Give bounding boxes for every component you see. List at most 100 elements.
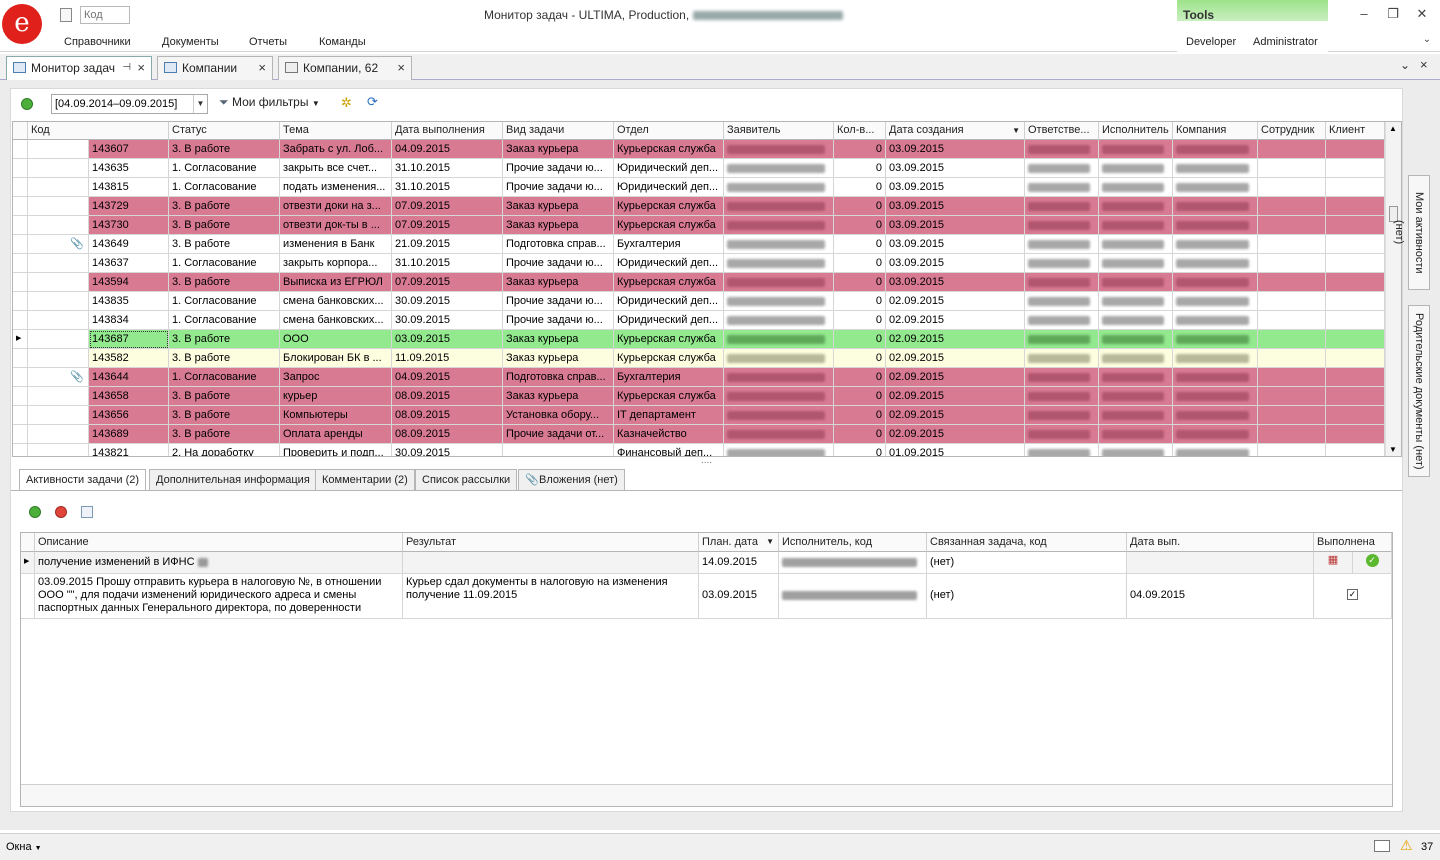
scroll-down-icon[interactable]: ▼ [1389, 445, 1397, 454]
cell-status[interactable]: 3. В работе [169, 330, 280, 349]
cell-status[interactable]: 3. В работе [169, 425, 280, 444]
cell-due-date[interactable]: 30.09.2015 [392, 444, 503, 456]
cell-theme[interactable]: отвезти доки на з... [280, 197, 392, 216]
cell-status[interactable]: 3. В работе [169, 349, 280, 368]
cell-applicant[interactable] [724, 368, 834, 387]
col-header-task-kind[interactable]: Вид задачи [503, 122, 614, 140]
col-header-description[interactable]: Описание [35, 533, 403, 552]
cell-company[interactable] [1173, 349, 1258, 368]
cell-quantity[interactable]: 0 [834, 349, 886, 368]
activity-executor[interactable] [779, 574, 927, 619]
close-tab-icon[interactable]: × [137, 57, 145, 79]
col-header-executor[interactable]: Исполнитель [1099, 122, 1173, 140]
cell-task-kind[interactable]: Прочие задачи ю... [503, 292, 614, 311]
cell-applicant[interactable] [724, 387, 834, 406]
cell-applicant[interactable] [724, 235, 834, 254]
activity-plan-date[interactable]: 14.09.2015 [699, 552, 779, 574]
cell-code[interactable]: 143658 [89, 387, 169, 406]
cell-task-kind[interactable]: Заказ курьера [503, 140, 614, 159]
table-row[interactable]: 143729 3. В работе отвезти доки на з... 07.… [13, 197, 1385, 216]
cell-quantity[interactable]: 0 [834, 444, 886, 456]
cell-created-date[interactable]: 03.09.2015 [886, 159, 1025, 178]
cell-department[interactable]: Курьерская служба [614, 330, 724, 349]
cell-client[interactable] [1326, 254, 1385, 273]
administrator-menu[interactable]: Administrator [1253, 36, 1318, 48]
my-filters-button[interactable]: ⏷ Мои фильтры ▼ [219, 95, 320, 110]
cell-department[interactable]: Юридический деп... [614, 178, 724, 197]
cell-task-kind[interactable]: Прочие задачи ю... [503, 159, 614, 178]
table-row[interactable]: 143821 2. На доработку Проверить и подп...… [13, 444, 1385, 456]
cell-responsible[interactable] [1025, 273, 1099, 292]
cell-company[interactable] [1173, 444, 1258, 456]
document-icon[interactable] [60, 8, 72, 22]
cell-created-date[interactable]: 03.09.2015 [886, 273, 1025, 292]
cell-department[interactable]: Курьерская служба [614, 197, 724, 216]
cell-responsible[interactable] [1025, 311, 1099, 330]
cell-executor[interactable] [1099, 330, 1173, 349]
cell-executor[interactable] [1099, 140, 1173, 159]
cell-executor[interactable] [1099, 444, 1173, 456]
table-row[interactable]: 143637 1. Согласование закрыть корпора... 3… [13, 254, 1385, 273]
table-row[interactable]: 143834 1. Согласование смена банковских...… [13, 311, 1385, 330]
col-header-completed[interactable]: Выполнена [1314, 533, 1392, 552]
cell-theme[interactable]: изменения в Банк [280, 235, 392, 254]
vertical-scrollbar[interactable]: ▲ ▼ [1385, 122, 1401, 456]
cell-client[interactable] [1326, 273, 1385, 292]
cell-applicant[interactable] [724, 425, 834, 444]
cell-company[interactable] [1173, 368, 1258, 387]
cell-status[interactable]: 1. Согласование [169, 254, 280, 273]
cell-department[interactable]: Юридический деп... [614, 254, 724, 273]
menu-item-directories[interactable]: Справочники [64, 36, 131, 48]
cell-employee[interactable] [1258, 273, 1326, 292]
table-row[interactable]: 143635 1. Согласование закрыть все счет...… [13, 159, 1385, 178]
splitter[interactable]: .... [11, 456, 1402, 467]
cell-responsible[interactable] [1025, 254, 1099, 273]
refresh-icon[interactable]: ⟳ [367, 94, 378, 110]
cell-due-date[interactable]: 08.09.2015 [392, 387, 503, 406]
cell-company[interactable] [1173, 159, 1258, 178]
cell-task-kind[interactable]: Прочие задачи ю... [503, 178, 614, 197]
cell-due-date[interactable]: 30.09.2015 [392, 311, 503, 330]
cell-due-date[interactable]: 11.09.2015 [392, 349, 503, 368]
cell-quantity[interactable]: 0 [834, 197, 886, 216]
cell-employee[interactable] [1258, 197, 1326, 216]
cell-applicant[interactable] [724, 254, 834, 273]
cell-quantity[interactable]: 0 [834, 178, 886, 197]
cell-status[interactable]: 1. Согласование [169, 159, 280, 178]
col-header-code[interactable]: Код [28, 122, 169, 140]
settings-icon[interactable]: ✲ [341, 95, 352, 111]
cell-responsible[interactable] [1025, 292, 1099, 311]
cell-due-date[interactable]: 31.10.2015 [392, 178, 503, 197]
activity-description[interactable]: получение изменений в ИФНС [35, 552, 403, 574]
dropdown-icon[interactable]: ▼ [193, 95, 207, 113]
cell-task-kind[interactable]: Прочие задачи от... [503, 425, 614, 444]
col-header-due-date[interactable]: Дата выполнения [392, 122, 503, 140]
cell-created-date[interactable]: 02.09.2015 [886, 349, 1025, 368]
cell-department[interactable]: Юридический деп... [614, 292, 724, 311]
cell-responsible[interactable] [1025, 159, 1099, 178]
mail-icon[interactable] [1374, 840, 1390, 852]
cell-executor[interactable] [1099, 406, 1173, 425]
cell-due-date[interactable]: 04.09.2015 [392, 140, 503, 159]
tab-companies-62[interactable]: Компании, 62 × [278, 56, 412, 80]
cell-executor[interactable] [1099, 387, 1173, 406]
cell-executor[interactable] [1099, 425, 1173, 444]
cell-department[interactable]: Казначейство [614, 425, 724, 444]
cell-created-date[interactable]: 03.09.2015 [886, 140, 1025, 159]
cell-theme[interactable]: ООО [280, 330, 392, 349]
table-row[interactable]: 📎 143649 3. В работе изменения в Банк 21.09.… [13, 235, 1385, 254]
activity-result[interactable]: Курьер сдал документы в налоговую на изм… [403, 574, 699, 619]
cell-department[interactable]: Курьерская служба [614, 273, 724, 292]
restore-icon[interactable]: ❐ [1386, 7, 1400, 20]
cell-client[interactable] [1326, 159, 1385, 178]
cell-task-kind[interactable]: Подготовка справ... [503, 368, 614, 387]
cell-executor[interactable] [1099, 178, 1173, 197]
activity-result[interactable] [403, 552, 699, 574]
cell-theme[interactable]: смена банковских... [280, 311, 392, 330]
remove-icon[interactable] [55, 506, 67, 518]
col-header-plan-date[interactable]: План. дата ▼ [699, 533, 779, 552]
tab-additional-info[interactable]: Дополнительная информация [149, 469, 317, 491]
cell-department[interactable]: Бухгалтерия [614, 368, 724, 387]
windows-menu[interactable]: Окна ▼ [6, 841, 42, 853]
cell-quantity[interactable]: 0 [834, 235, 886, 254]
